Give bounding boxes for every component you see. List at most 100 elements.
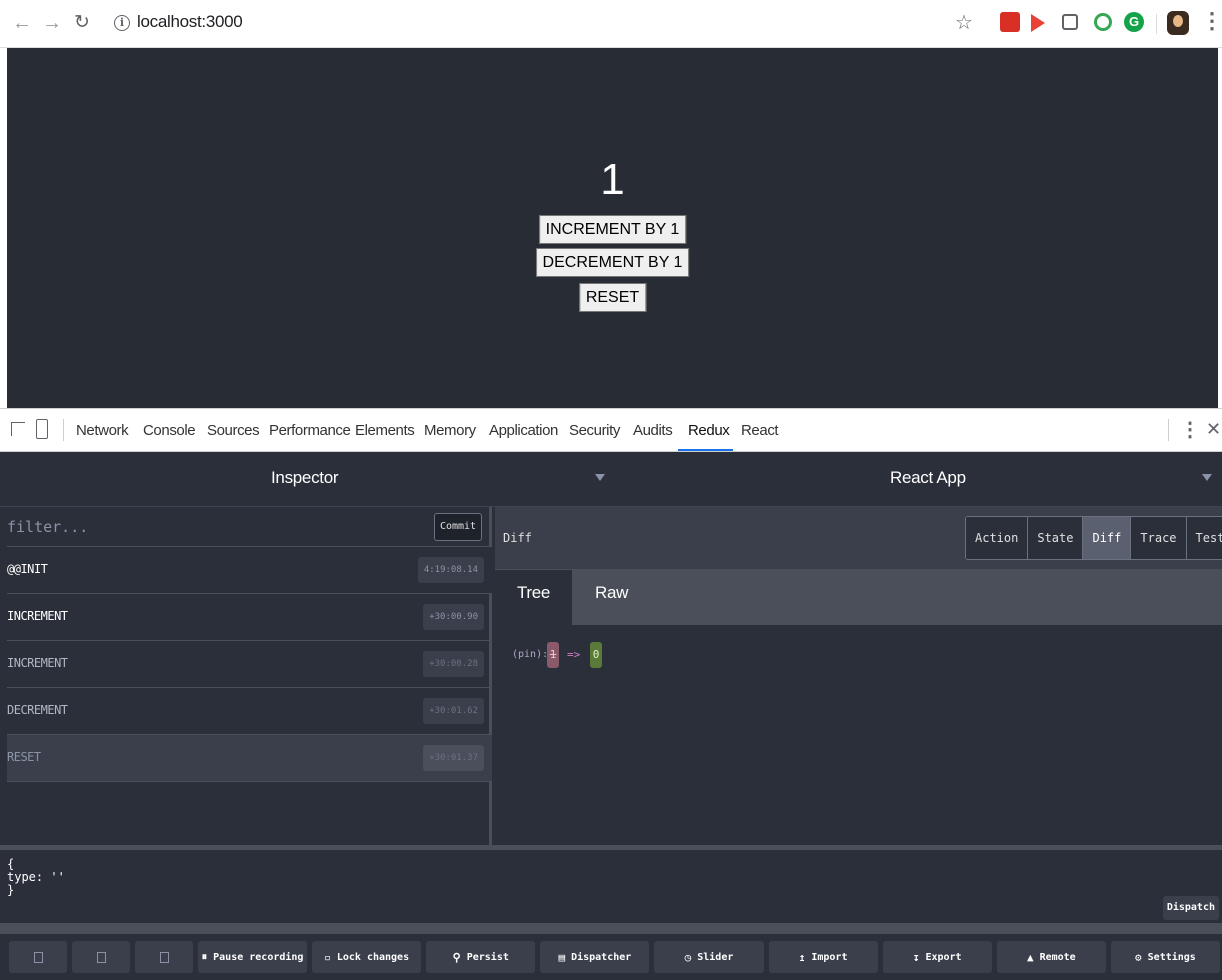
action-row[interactable]: INCREMENT +30:00.90 [7, 594, 492, 641]
action-row[interactable]: RESET +30:01.37 [7, 735, 492, 782]
back-arrow-icon[interactable]: ← [12, 12, 32, 34]
address-bar[interactable]: i localhost:3000 [104, 7, 1104, 39]
diff-tree: (pin): 1 => 0 [495, 625, 1222, 845]
slider-label: Slider [697, 951, 734, 963]
device-toolbar-icon[interactable] [36, 419, 48, 439]
dispatcher-editor[interactable]: { type: '' } Dispatch [7, 850, 1222, 923]
stopwatch-icon: ◷ [684, 950, 692, 964]
inspector-header: Diff Action State Diff Trace Test [495, 507, 1222, 570]
tab-react[interactable]: React [741, 422, 779, 439]
action-name: @@INIT [7, 562, 48, 576]
filter-input[interactable] [7, 513, 427, 541]
upload-icon: ↥ [798, 950, 806, 964]
inspect-element-icon[interactable] [11, 422, 25, 436]
filter-row: Commit [7, 507, 492, 547]
extension-redux-icon[interactable] [1000, 12, 1020, 32]
tab-trace[interactable]: Trace [1131, 517, 1187, 559]
instance-selector[interactable]: React App [890, 468, 966, 488]
window-icon [159, 951, 169, 963]
action-list: Commit @@INIT 4:19:08.14 INCREMENT +30:0… [7, 507, 492, 845]
persist-button[interactable]: ⚲ Persist [426, 941, 536, 973]
redux-devtools-panel: Inspector React App Commit @@INIT 4:19:0… [0, 452, 1222, 980]
antenna-icon: ▲ [1026, 950, 1034, 964]
action-row[interactable]: DECREMENT +30:01.62 [7, 688, 492, 735]
tab-security[interactable]: Security [569, 422, 620, 439]
tab-application[interactable]: Application [489, 422, 558, 439]
tab-performance[interactable]: Performance [269, 422, 351, 439]
extension-camera-icon[interactable] [1062, 14, 1078, 30]
bookmark-star-icon[interactable]: ☆ [955, 10, 973, 35]
tab-diff[interactable]: Diff [1083, 517, 1132, 559]
tab-memory[interactable]: Memory [424, 422, 476, 439]
dispatch-code[interactable]: { type: '' } [7, 858, 65, 897]
reload-icon[interactable]: ↻ [72, 12, 92, 34]
tab-test[interactable]: Test [1186, 517, 1222, 559]
action-time[interactable]: 4:19:08.14 [417, 557, 484, 583]
action-time[interactable]: +30:01.62 [423, 698, 484, 724]
tab-redux[interactable]: Redux [688, 422, 730, 439]
tab-tree[interactable]: Tree [495, 570, 572, 625]
tab-state[interactable]: State [1028, 517, 1084, 559]
browser-menu-icon[interactable]: ⋮ [1201, 10, 1222, 32]
commit-button[interactable]: Commit [434, 513, 482, 541]
url-text[interactable]: localhost:3000 [137, 12, 243, 32]
action-name: DECREMENT [7, 703, 68, 717]
tab-action[interactable]: Action [966, 517, 1029, 559]
action-time[interactable]: +30:00.28 [423, 651, 484, 677]
browser-toolbar: ← → ↻ i localhost:3000 ☆ G ⋮ [0, 0, 1222, 48]
extension-grammarly-icon[interactable]: G [1124, 12, 1144, 32]
bottom-toolbar: ⏸ Pause recording ▫ Lock changes ⚲ Persist … [7, 934, 1222, 980]
tab-sources[interactable]: Sources [207, 422, 260, 439]
window-icon [96, 951, 106, 963]
forward-arrow-icon[interactable]: → [42, 12, 62, 34]
tab-network[interactable]: Network [76, 422, 129, 439]
monitor-selector[interactable]: Inspector [271, 468, 339, 488]
extension-play-icon[interactable] [1031, 14, 1045, 32]
devtools-divider [1168, 419, 1169, 441]
decrement-button[interactable]: DECREMENT BY 1 [535, 248, 690, 277]
chevron-down-icon[interactable] [1202, 474, 1212, 481]
extension-ring-icon[interactable] [1094, 13, 1112, 31]
increment-button[interactable]: INCREMENT BY 1 [538, 215, 687, 244]
export-label: Export [925, 951, 962, 963]
action-name: INCREMENT [7, 656, 68, 670]
action-row[interactable]: INCREMENT +30:00.28 [7, 641, 492, 688]
export-button[interactable]: ↧ Export [882, 941, 992, 973]
open-window-left-button[interactable] [9, 941, 67, 973]
tab-console[interactable]: Console [143, 422, 196, 439]
tab-raw[interactable]: Raw [595, 570, 628, 625]
active-tab-indicator [678, 449, 733, 451]
settings-button[interactable]: ⚙ Settings [1110, 941, 1220, 973]
tab-elements[interactable]: Elements [355, 422, 415, 439]
close-devtools-icon[interactable]: ✕ [1206, 419, 1221, 440]
action-time[interactable]: +30:01.37 [423, 745, 484, 771]
action-row[interactable]: @@INIT 4:19:08.14 [7, 547, 492, 594]
app-viewport: 1 INCREMENT BY 1 DECREMENT BY 1 RESET [0, 48, 1222, 408]
devtools-tab-bar: Network Console Sources Performance Elem… [0, 408, 1222, 452]
action-name: INCREMENT [7, 609, 68, 623]
persist-label: Persist [466, 951, 509, 963]
remote-button[interactable]: ▲ Remote [996, 941, 1106, 973]
tab-audits[interactable]: Audits [633, 422, 673, 439]
remote-label: Remote [1039, 951, 1076, 963]
open-window-right-button[interactable] [72, 941, 130, 973]
chevron-down-icon[interactable] [595, 474, 605, 481]
pause-icon: ⏸ [201, 950, 208, 963]
info-icon[interactable]: i [114, 15, 130, 31]
open-window-bottom-button[interactable] [135, 941, 193, 973]
lock-changes-button[interactable]: ▫ Lock changes [312, 941, 422, 973]
dispatcher-button[interactable]: ▤ Dispatcher [540, 941, 650, 973]
action-time[interactable]: +30:00.90 [423, 604, 484, 630]
profile-avatar[interactable] [1167, 11, 1189, 35]
action-name: RESET [7, 750, 41, 764]
slider-button[interactable]: ◷ Slider [654, 941, 764, 973]
reset-button[interactable]: RESET [578, 283, 647, 312]
pin-icon: ⚲ [452, 950, 461, 964]
import-button[interactable]: ↥ Import [768, 941, 878, 973]
toolbar-divider [1156, 14, 1157, 34]
inspector-pane: Diff Action State Diff Trace Test Tree R… [495, 507, 1222, 845]
dispatch-button[interactable]: Dispatch [1162, 896, 1219, 920]
devtools-menu-icon[interactable]: ⋮ [1180, 417, 1200, 442]
download-icon: ↧ [912, 950, 920, 964]
pause-recording-button[interactable]: ⏸ Pause recording [198, 941, 308, 973]
